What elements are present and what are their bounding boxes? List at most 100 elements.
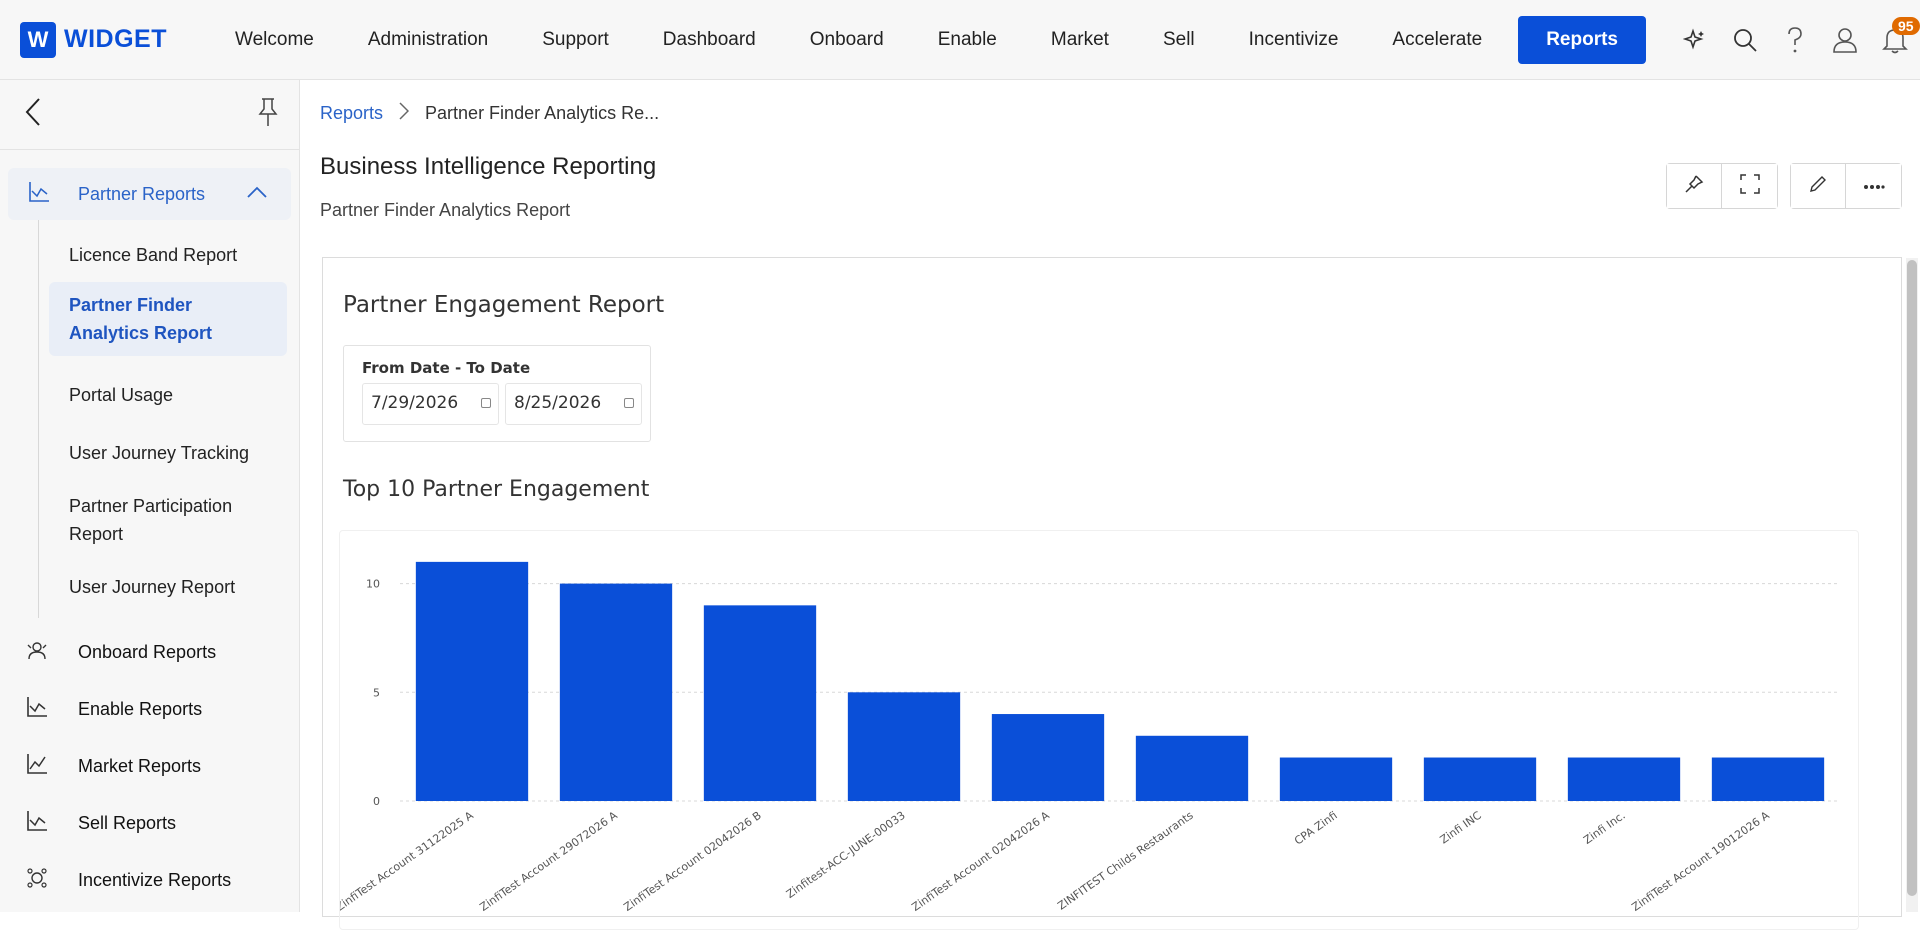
nav-item-dashboard[interactable]: Dashboard <box>636 16 783 64</box>
chevron-up-icon[interactable] <box>247 185 267 203</box>
x-tick-label: CPA Zinfi <box>1292 809 1340 848</box>
from-date-input[interactable]: 7/29/2026 <box>362 383 499 425</box>
sidebar-header <box>0 80 299 150</box>
market-chart-icon <box>26 753 48 780</box>
chart-title: Top 10 Partner Engagement <box>343 477 650 502</box>
sidebar-item-onboard-reports[interactable]: Onboard Reports <box>0 624 299 681</box>
nav-item-support[interactable]: Support <box>515 16 636 64</box>
y-tick-label: 10 <box>366 578 380 591</box>
nav-item-accelerate[interactable]: Accelerate <box>1365 16 1509 64</box>
toolbar-left-group <box>1666 163 1778 209</box>
main-nav: Welcome Administration Support Dashboard Onb… <box>208 0 1646 79</box>
bar-9[interactable] <box>1711 757 1825 801</box>
sidebar-item-label: Incentivize Reports <box>78 870 232 890</box>
sidebar-subitem-user-journey-report[interactable]: User Journey Report <box>49 568 287 606</box>
nav-item-sell[interactable]: Sell <box>1136 16 1222 64</box>
bar-1[interactable] <box>559 583 673 801</box>
to-date-value: 8/25/2026 <box>514 393 602 413</box>
sidebar: Partner Reports Licence Band Report Part… <box>0 80 300 912</box>
page-subtitle: Partner Finder Analytics Report <box>320 200 571 220</box>
breadcrumb: Reports Partner Finder Analytics Re... <box>320 102 659 125</box>
nav-item-incentivize[interactable]: Incentivize <box>1222 16 1366 64</box>
logo-badge: W <box>20 21 56 58</box>
sidebar-subitem-user-journey-tracking[interactable]: User Journey Tracking <box>49 434 287 472</box>
sidebar-item-label: Market Reports <box>78 756 202 776</box>
calendar-icon[interactable] <box>624 398 634 408</box>
fullscreen-button[interactable] <box>1722 163 1778 209</box>
bar-6[interactable] <box>1279 757 1393 801</box>
breadcrumb-reports-link[interactable]: Reports <box>320 103 383 124</box>
bar-8[interactable] <box>1567 757 1681 801</box>
notification-bell-icon[interactable]: 95 <box>1870 15 1920 65</box>
bar-2[interactable] <box>703 605 817 801</box>
x-tick-label: ZinfiTest Account 31122025 A <box>340 809 476 914</box>
sidebar-item-label: Sell Reports <box>78 813 177 833</box>
fullscreen-icon <box>1739 173 1760 199</box>
to-date-input[interactable]: 8/25/2026 <box>505 383 642 425</box>
incentivize-icon <box>26 867 48 894</box>
chart-icon <box>26 810 48 837</box>
x-tick-label: Zinfi INC <box>1438 809 1484 847</box>
top-icons: 95 <box>1670 15 1920 65</box>
user-icon[interactable] <box>1820 15 1870 65</box>
calendar-icon[interactable] <box>481 398 491 408</box>
bar-4[interactable] <box>991 714 1105 801</box>
x-tick-label: ZinfiTest Account 02042026 B <box>621 809 763 914</box>
bar-chart: 0510ZinfiTest Account 31122025 A ZinfiTes… <box>333 561 1840 914</box>
sidebar-subitem-portal-usage[interactable]: Portal Usage <box>49 376 287 414</box>
toolbar-right-group <box>1790 163 1902 209</box>
x-tick-label: ZinfiTest Account 29072026 A <box>477 809 620 914</box>
sidebar-item-sell-reports[interactable]: Sell Reports <box>0 795 299 852</box>
nav-item-enable[interactable]: Enable <box>911 16 1024 64</box>
collapse-sidebar-chevron-left-icon[interactable] <box>24 97 42 132</box>
nav-item-onboard[interactable]: Onboard <box>783 16 911 64</box>
bar-0[interactable] <box>415 561 529 801</box>
page-title: Business Intelligence Reporting <box>320 153 657 180</box>
pencil-icon <box>1808 174 1828 199</box>
x-tick-label: ZinfiTest Account 02042026 A <box>909 809 1052 914</box>
sidebar-item-label: Enable Reports <box>78 699 203 719</box>
scrollbar-thumb[interactable] <box>1907 260 1917 896</box>
sidebar-section-partner-reports[interactable]: Partner Reports <box>8 168 291 220</box>
bar-7[interactable] <box>1423 757 1537 801</box>
brand-logo[interactable]: W WIDGET <box>20 21 208 58</box>
sidebar-subitem-partner-finder-analytics-report[interactable]: Partner Finder Analytics Report <box>49 282 287 356</box>
search-icon[interactable] <box>1720 15 1770 65</box>
chevron-right-icon <box>399 102 410 125</box>
x-tick-label: Zinfi Inc. <box>1581 809 1628 847</box>
bar-5[interactable] <box>1135 735 1249 801</box>
from-date-value: 7/29/2026 <box>371 393 459 413</box>
help-icon[interactable] <box>1770 15 1820 65</box>
pin-report-button[interactable] <box>1666 163 1722 209</box>
edit-report-button[interactable] <box>1790 163 1846 209</box>
y-tick-label: 0 <box>373 795 380 808</box>
x-tick-label: ZINFITEST Childs Restaurants <box>1055 809 1196 913</box>
pin-icon <box>1684 174 1704 199</box>
sidebar-section-label: Partner Reports <box>78 183 206 204</box>
ai-sparkle-icon[interactable] <box>1670 15 1720 65</box>
chart-icon <box>26 696 48 723</box>
y-tick-label: 5 <box>373 686 380 699</box>
sidebar-item-market-reports[interactable]: Market Reports <box>0 738 299 795</box>
pin-sidebar-icon[interactable] <box>257 97 279 132</box>
nav-item-market[interactable]: Market <box>1024 16 1136 64</box>
nav-item-welcome[interactable]: Welcome <box>208 16 341 64</box>
more-options-button[interactable] <box>1846 163 1902 209</box>
report-title: Partner Engagement Report <box>343 292 665 318</box>
x-tick-label: ZinfiTest Account 19012026 A <box>1629 809 1772 914</box>
nav-item-administration[interactable]: Administration <box>341 16 515 64</box>
bar-3[interactable] <box>847 692 961 801</box>
x-tick-label: Zinfitest-ACC-JUNE-00033 <box>784 809 908 901</box>
sidebar-subitem-partner-participation-report[interactable]: Partner Participation Report <box>49 492 279 548</box>
breadcrumb-current: Partner Finder Analytics Re... <box>425 103 660 123</box>
main-content: Reports Partner Finder Analytics Re... B… <box>300 80 1920 930</box>
chart-icon <box>28 181 50 208</box>
sidebar-subitem-licence-band-report[interactable]: Licence Band Report <box>49 232 287 278</box>
sidebar-item-incentivize-reports[interactable]: Incentivize Reports <box>0 852 299 909</box>
sidebar-subitems: Licence Band Report Partner Finder Analy… <box>38 220 299 618</box>
date-range-label: From Date - To Date <box>362 359 531 377</box>
nav-item-reports[interactable]: Reports <box>1518 15 1646 64</box>
more-horizontal-icon <box>1863 177 1885 195</box>
sidebar-item-enable-reports[interactable]: Enable Reports <box>0 681 299 738</box>
chart-container: 0 5 10 ZinfiTest Account 31122025 A ZinfiTes… <box>333 530 1859 930</box>
